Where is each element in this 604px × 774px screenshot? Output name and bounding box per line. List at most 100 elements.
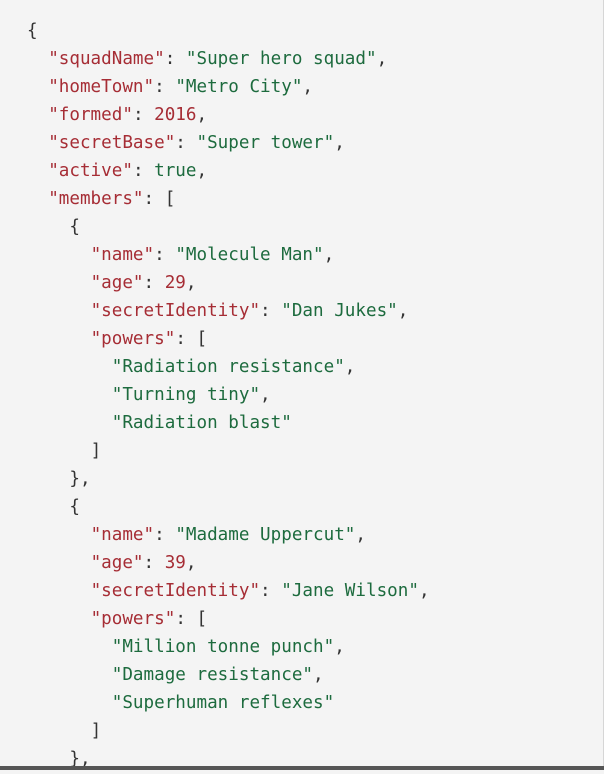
code-line: "formed": 2016, bbox=[27, 101, 430, 129]
json-value: "Jane Wilson" bbox=[281, 581, 419, 601]
colon-separator: : bbox=[154, 77, 176, 97]
code-line: "Radiation resistance", bbox=[27, 353, 430, 381]
trailing-punctuation: [ bbox=[196, 329, 208, 349]
json-value: "Super hero squad" bbox=[185, 49, 377, 69]
json-value: "Radiation blast" bbox=[111, 413, 292, 433]
code-line: "active": true, bbox=[27, 157, 430, 185]
bracket: { bbox=[69, 497, 80, 517]
json-key: "age" bbox=[90, 553, 144, 573]
colon-separator: : bbox=[175, 609, 197, 629]
code-line: ] bbox=[27, 437, 430, 465]
code-line: { bbox=[27, 17, 430, 45]
colon-separator: : bbox=[154, 525, 176, 545]
json-key: "secretBase" bbox=[48, 133, 176, 153]
bracket: ] bbox=[90, 441, 102, 461]
trailing-punctuation: , bbox=[260, 385, 271, 405]
json-key: "powers" bbox=[90, 609, 176, 629]
code-line: { bbox=[27, 493, 430, 521]
bracket: { bbox=[27, 21, 38, 41]
trailing-punctuation: [ bbox=[196, 609, 208, 629]
colon-separator: : bbox=[154, 245, 176, 265]
code-line: "Turning tiny", bbox=[27, 381, 430, 409]
bracket: { bbox=[69, 217, 80, 237]
json-value: 39 bbox=[164, 553, 186, 573]
json-value: "Super tower" bbox=[196, 133, 335, 153]
trailing-punctuation: , bbox=[418, 581, 430, 601]
code-line: "powers": [ bbox=[27, 605, 430, 633]
code-line: "Million tonne punch", bbox=[27, 633, 430, 661]
code-line: ] bbox=[27, 717, 430, 745]
code-line: "secretIdentity": "Jane Wilson", bbox=[27, 577, 430, 605]
code-line: "name": "Molecule Man", bbox=[27, 241, 430, 269]
code-line: "name": "Madame Uppercut", bbox=[27, 521, 430, 549]
json-key: "name" bbox=[90, 245, 155, 265]
trailing-punctuation: , bbox=[302, 77, 314, 97]
bracket: }, bbox=[69, 469, 91, 489]
json-key: "powers" bbox=[90, 329, 176, 349]
trailing-punctuation: , bbox=[376, 49, 388, 69]
code-line: "Superhuman reflexes" bbox=[27, 689, 430, 717]
colon-separator: : bbox=[143, 553, 165, 573]
trailing-punctuation: , bbox=[196, 105, 208, 125]
colon-separator: : bbox=[143, 189, 165, 209]
code-line: "age": 29, bbox=[27, 269, 430, 297]
code-line: { bbox=[27, 213, 430, 241]
code-block: { "squadName": "Super hero squad", "home… bbox=[0, 0, 604, 770]
json-key: "members" bbox=[48, 189, 144, 209]
json-key: "formed" bbox=[48, 105, 133, 125]
trailing-punctuation: , bbox=[334, 133, 345, 153]
json-value: 29 bbox=[164, 273, 186, 293]
code-line: "members": [ bbox=[27, 185, 430, 213]
trailing-punctuation: , bbox=[313, 665, 324, 685]
json-key: "squadName" bbox=[48, 49, 165, 69]
json-value: "Metro City" bbox=[175, 77, 303, 97]
code-line: "homeTown": "Metro City", bbox=[27, 73, 430, 101]
trailing-punctuation: , bbox=[355, 525, 366, 545]
json-value: "Dan Jukes" bbox=[281, 301, 398, 321]
colon-separator: : bbox=[132, 161, 155, 181]
code-line: "Damage resistance", bbox=[27, 661, 430, 689]
colon-separator: : bbox=[175, 329, 197, 349]
trailing-punctuation: , bbox=[185, 553, 197, 573]
code-line: "squadName": "Super hero squad", bbox=[27, 45, 430, 73]
code-line: "secretIdentity": "Dan Jukes", bbox=[27, 297, 430, 325]
bracket: ] bbox=[90, 721, 102, 741]
colon-separator: : bbox=[260, 581, 282, 601]
code-line: "Radiation blast" bbox=[27, 409, 430, 437]
json-key: "active" bbox=[48, 161, 133, 181]
json-key: "secretIdentity" bbox=[90, 581, 261, 601]
trailing-punctuation: , bbox=[344, 357, 356, 377]
json-key: "name" bbox=[90, 525, 155, 545]
json-value: "Molecule Man" bbox=[175, 245, 324, 265]
trailing-punctuation: [ bbox=[164, 189, 176, 209]
colon-separator: : bbox=[132, 105, 155, 125]
json-value: "Superhuman reflexes" bbox=[111, 693, 335, 713]
json-value: "Radiation resistance" bbox=[111, 357, 345, 377]
trailing-punctuation: , bbox=[323, 245, 335, 265]
json-value: true bbox=[154, 161, 197, 181]
trailing-punctuation: , bbox=[334, 637, 345, 657]
